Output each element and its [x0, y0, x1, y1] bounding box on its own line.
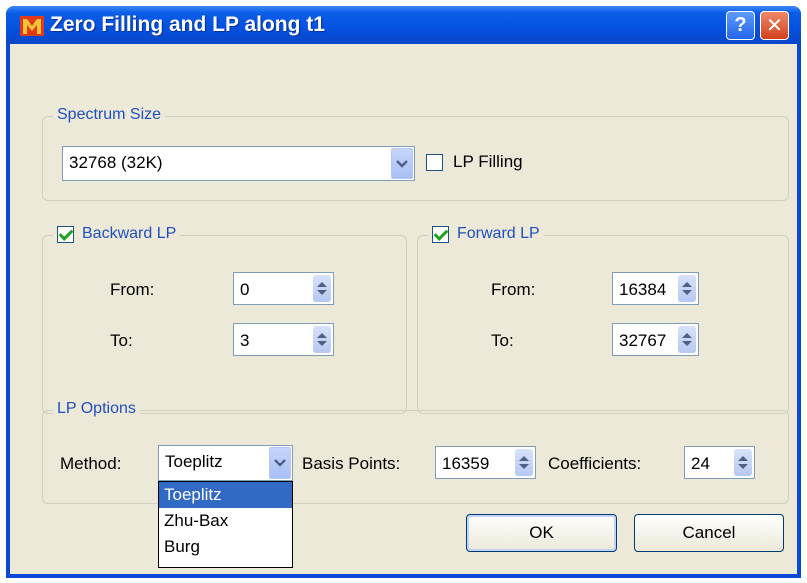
forward-from-label: From:: [491, 280, 536, 299]
ok-button[interactable]: OK: [466, 514, 617, 552]
method-value: Toeplitz: [165, 452, 223, 471]
method-option-toeplitz[interactable]: Toeplitz: [159, 482, 292, 508]
coefficients-spinbox[interactable]: 24: [684, 446, 755, 479]
spin-arrows-icon[interactable]: [313, 275, 331, 302]
backward-from-value: 0: [240, 280, 250, 299]
spectrum-size-value: 32768 (32K): [69, 153, 163, 172]
help-icon: ?: [734, 14, 747, 36]
window-title: Zero Filling and LP along t1: [50, 13, 325, 36]
backward-to-value: 3: [240, 331, 250, 350]
app-logo-icon: [20, 16, 44, 36]
forward-lp-label: Forward LP: [457, 225, 540, 242]
cancel-button[interactable]: Cancel: [634, 514, 784, 552]
chevron-down-icon[interactable]: [391, 148, 413, 179]
cancel-button-label: Cancel: [682, 523, 736, 542]
backward-lp-group: Backward LP: [42, 225, 407, 414]
backward-from-spinbox[interactable]: 0: [233, 272, 334, 305]
spectrum-size-select[interactable]: 32768 (32K): [62, 146, 415, 181]
basis-points-value: 16359: [442, 454, 490, 473]
ok-button-label: OK: [529, 523, 554, 542]
forward-to-label: To:: [491, 331, 514, 350]
basis-points-spinbox[interactable]: 16359: [435, 446, 536, 479]
coefficients-value: 24: [691, 454, 710, 473]
close-icon: ✕: [766, 15, 783, 37]
backward-to-spinbox[interactable]: 3: [233, 323, 334, 356]
lp-options-legend: LP Options: [53, 400, 140, 418]
spin-arrows-icon[interactable]: [515, 449, 533, 476]
forward-to-spinbox[interactable]: 32767: [612, 323, 699, 356]
title-bar[interactable]: Zero Filling and LP along t1 ? ✕: [6, 6, 801, 44]
lp-filling-label: LP Filling: [453, 152, 523, 171]
method-option-burg[interactable]: Burg: [159, 534, 292, 560]
method-option-zhu-bax[interactable]: Zhu-Bax: [159, 508, 292, 534]
spectrum-size-legend: Spectrum Size: [53, 106, 166, 124]
method-select[interactable]: Toeplitz: [158, 445, 293, 481]
dialog-window: Zero Filling and LP along t1 ? ✕ Spectru…: [6, 6, 801, 578]
help-button[interactable]: ?: [726, 11, 755, 40]
dialog-client-area: Spectrum Size 32768 (32K) LP Filling Bac…: [10, 44, 797, 574]
spin-arrows-icon[interactable]: [678, 326, 696, 353]
spin-arrows-icon[interactable]: [734, 449, 752, 476]
forward-lp-legend: Forward LP: [428, 225, 544, 243]
forward-from-spinbox[interactable]: 16384: [612, 272, 699, 305]
forward-to-value: 32767: [619, 331, 667, 350]
forward-lp-checkbox[interactable]: [432, 225, 449, 243]
forward-from-value: 16384: [619, 280, 667, 299]
backward-from-label: From:: [110, 280, 155, 299]
lp-options-group: LP Options: [42, 400, 789, 504]
backward-lp-label: Backward LP: [82, 225, 177, 242]
backward-to-label: To:: [110, 331, 133, 350]
close-button[interactable]: ✕: [760, 11, 789, 40]
chevron-down-icon[interactable]: [269, 447, 291, 479]
method-label: Method:: [60, 454, 122, 473]
backward-lp-legend: Backward LP: [53, 225, 181, 243]
spin-arrows-icon[interactable]: [678, 275, 696, 302]
coefficients-label: Coefficients:: [548, 454, 642, 473]
spin-arrows-icon[interactable]: [313, 326, 331, 353]
basis-points-label: Basis Points:: [302, 454, 401, 473]
backward-lp-checkbox[interactable]: [57, 225, 74, 243]
method-dropdown-list: Toeplitz Zhu-Bax Burg: [158, 481, 293, 568]
lp-filling-checkbox[interactable]: [426, 154, 443, 171]
forward-lp-group: Forward LP: [417, 225, 789, 414]
